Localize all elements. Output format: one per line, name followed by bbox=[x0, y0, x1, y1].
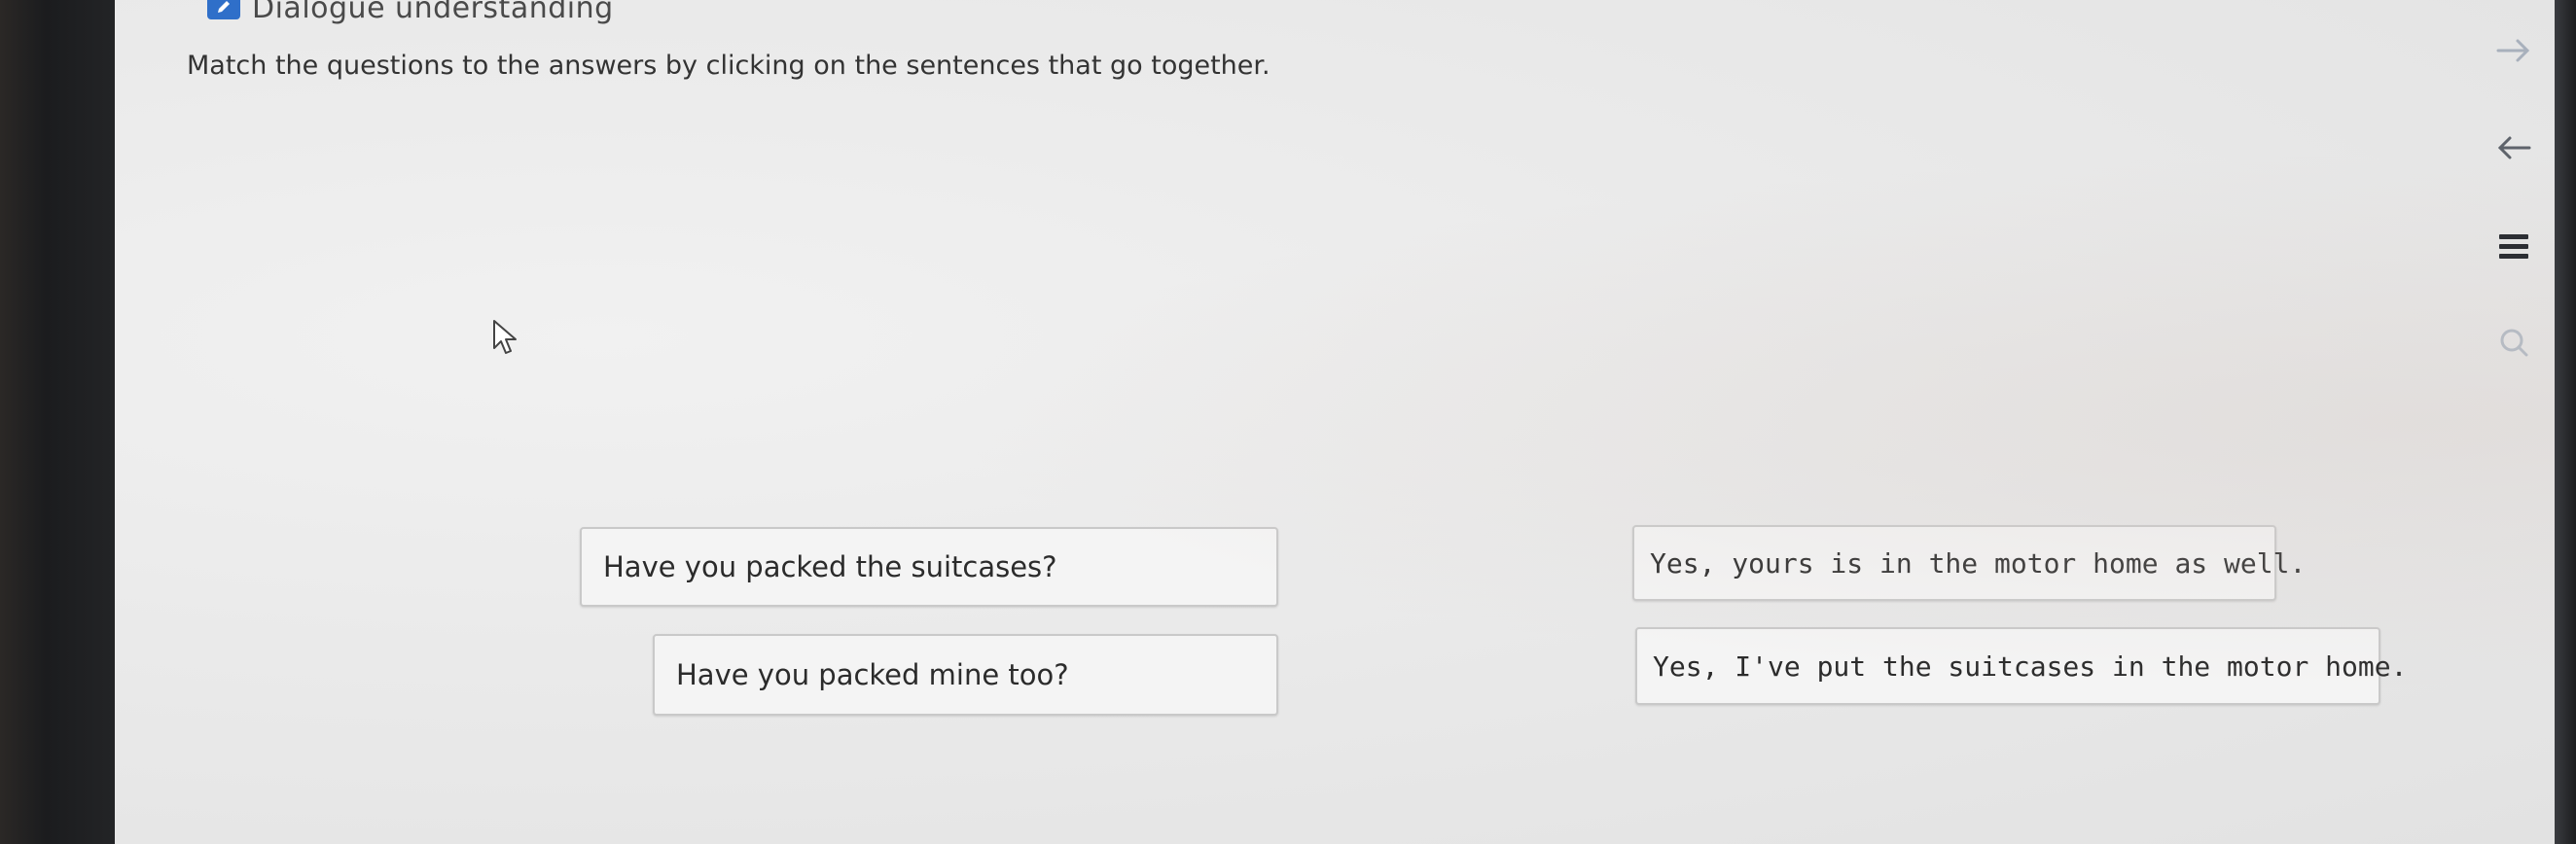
device-bezel-left bbox=[0, 0, 115, 844]
arrow-right-icon[interactable] bbox=[2487, 23, 2541, 78]
search-icon[interactable] bbox=[2487, 316, 2541, 370]
instruction-text: Match the questions to the answers by cl… bbox=[187, 51, 1270, 81]
exercise-screen: Dialogue understanding Match the questio… bbox=[115, 0, 2555, 844]
pencil-icon bbox=[207, 0, 240, 19]
arrow-left-icon[interactable] bbox=[2487, 121, 2541, 175]
question-tile-1[interactable]: Have you packed the suitcases? bbox=[580, 527, 1278, 607]
answer-tile-1[interactable]: Yes, yours is in the motor home as well. bbox=[1632, 525, 2306, 601]
answer-tile-2[interactable]: Yes, I've put the suitcases in the motor… bbox=[1635, 627, 2407, 705]
exercise-header: Dialogue understanding bbox=[207, 0, 614, 27]
question-tile-2[interactable]: Have you packed mine too? bbox=[653, 634, 1278, 716]
mouse-cursor-icon bbox=[493, 320, 517, 354]
page-title: Dialogue understanding bbox=[252, 0, 614, 25]
menu-icon[interactable] bbox=[2487, 219, 2541, 273]
right-toolbar bbox=[2467, 0, 2555, 844]
device-bezel-right bbox=[2555, 0, 2576, 844]
